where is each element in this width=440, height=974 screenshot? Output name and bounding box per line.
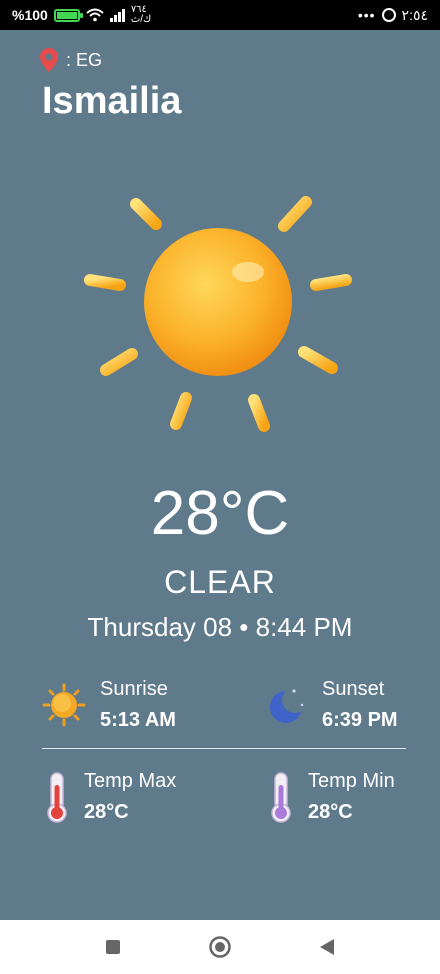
temp-max-value: 28°C: [84, 801, 129, 823]
data-speed: ٧٦٤ ك/ث: [130, 4, 152, 25]
sunrise-label: Sunrise: [100, 678, 168, 700]
status-bar: %100 ٧٦٤ ك/ث ••• ٢:٥٤: [0, 0, 440, 30]
current-temperature: 28°C: [150, 479, 290, 548]
city-name: Ismailia: [42, 80, 182, 122]
square-icon: [106, 940, 121, 954]
circle-icon: [209, 936, 231, 958]
sunset-item: Sunset 6:39 PM: [264, 678, 398, 732]
signal-icon: [109, 8, 125, 22]
wifi-icon: [86, 8, 104, 22]
sunset-value: 6:39 PM: [322, 709, 398, 731]
back-triangle-icon: [319, 939, 334, 955]
country-label: : EG: [66, 49, 103, 70]
temp-max-item: Temp Max 28°C: [44, 770, 176, 824]
back-button[interactable]: [307, 927, 347, 967]
sunset-label: Sunset: [322, 678, 385, 700]
location-pin-icon: [40, 48, 58, 72]
location-row: : EG: [40, 48, 102, 72]
temp-min-label: Temp Min: [308, 770, 395, 792]
home-button[interactable]: [200, 927, 240, 967]
more-dots-icon: •••: [357, 7, 376, 23]
temp-max-label: Temp Max: [84, 770, 177, 792]
temp-min-value: 28°C: [308, 801, 353, 823]
status-left: %100 ٧٦٤ ك/ث: [12, 5, 151, 25]
battery-percent: %100: [12, 7, 48, 23]
divider: [42, 748, 406, 749]
system-nav-bar: [0, 920, 440, 974]
thermometer-hot-icon: [47, 772, 67, 823]
thermometer-cold-icon: [271, 772, 291, 823]
temp-min-item: Temp Min 28°C: [268, 770, 395, 824]
battery-icon: [53, 8, 83, 22]
recent-apps-button[interactable]: [93, 927, 133, 967]
status-right: ••• ٢:٥٤: [358, 7, 428, 24]
weather-condition: CLEAR: [164, 564, 276, 600]
whatsapp-icon: [381, 8, 396, 22]
status-time: ٢:٥٤: [401, 6, 428, 23]
sunrise-item: Sunrise 5:13 AM: [42, 678, 176, 732]
sun-icon: [84, 168, 352, 432]
sunrise-icon: [42, 683, 86, 727]
moon-icon: [270, 687, 308, 723]
date-time: Thursday 08 • 8:44 PM: [87, 612, 353, 642]
sunrise-value: 5:13 AM: [100, 709, 176, 731]
